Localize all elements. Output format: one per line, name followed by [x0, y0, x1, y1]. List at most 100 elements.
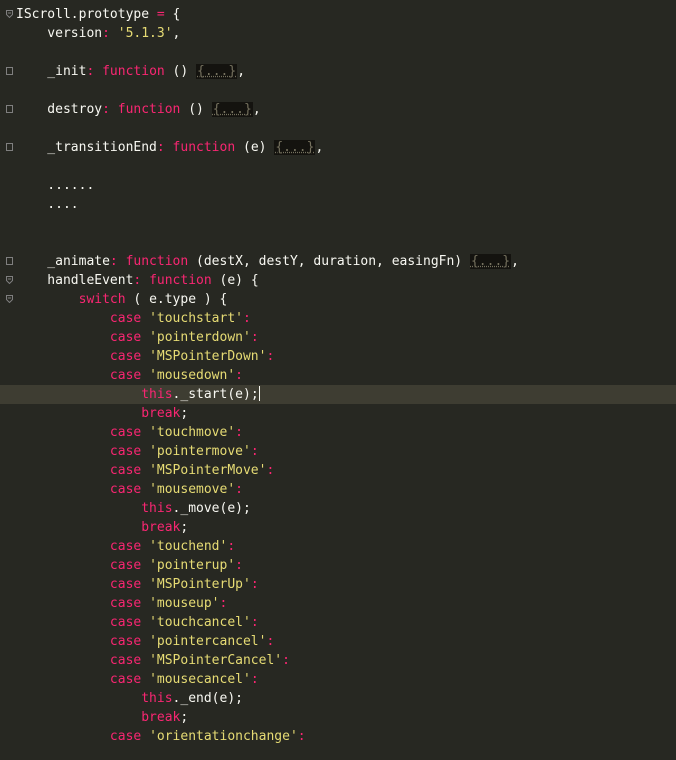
code-editor[interactable]: IScroll.prototype = { version: '5.1.3', … [0, 0, 676, 760]
code-line[interactable]: case 'mousedown': [0, 366, 676, 385]
code-line[interactable]: IScroll.prototype = { [0, 5, 676, 24]
keyword-token: function [102, 64, 165, 79]
code-line[interactable]: case 'mousecancel': [0, 670, 676, 689]
string-token: 'MSPointerUp' [149, 577, 251, 592]
keyword-token: function [117, 102, 181, 117]
fold-closed-icon[interactable] [6, 143, 13, 151]
code-line[interactable]: break; [0, 518, 676, 537]
code-text: case 'touchend': [16, 537, 235, 556]
keyword-token: case [109, 444, 142, 459]
code-line[interactable]: this._move(e); [0, 499, 676, 518]
code-token: destroy [16, 102, 103, 117]
code-line[interactable]: _init: function () {...}, [0, 62, 676, 81]
code-text: case 'touchcancel': [16, 613, 259, 632]
keyword-token: case [109, 311, 142, 326]
code-line-active[interactable]: this._start(e); [0, 385, 676, 404]
code-line[interactable] [0, 233, 676, 252]
code-text: .... [16, 195, 79, 214]
code-text: IScroll.prototype = { [16, 5, 180, 24]
code-line[interactable]: case 'touchstart': [0, 309, 676, 328]
keyword-token: case [109, 368, 142, 383]
keyword-token: break [141, 406, 181, 421]
fold-open-icon[interactable] [6, 276, 13, 284]
code-text: case 'MSPointerCancel': [16, 651, 290, 670]
code-line[interactable]: .... [0, 195, 676, 214]
code-line[interactable]: destroy: function () {...}, [0, 100, 676, 119]
code-line[interactable]: case 'touchcancel': [0, 613, 676, 632]
code-line[interactable] [0, 81, 676, 100]
keyword-token: case [109, 653, 142, 668]
folded-code-placeholder[interactable]: {...} [274, 140, 316, 155]
folded-code-placeholder[interactable]: {...} [196, 64, 238, 79]
code-line[interactable]: switch ( e.type ) { [0, 290, 676, 309]
keyword-token: : [250, 330, 259, 345]
code-line[interactable]: case 'pointerup': [0, 556, 676, 575]
fold-closed-icon[interactable] [6, 257, 13, 265]
code-line[interactable]: case 'mouseup': [0, 594, 676, 613]
fold-closed-icon[interactable] [6, 67, 13, 75]
code-line[interactable] [0, 43, 676, 62]
code-line[interactable]: _transitionEnd: function (e) {...}, [0, 138, 676, 157]
code-text: break; [16, 708, 188, 727]
code-line[interactable] [0, 214, 676, 233]
code-line[interactable]: case 'pointercancel': [0, 632, 676, 651]
fold-open-icon[interactable] [6, 295, 13, 303]
code-text: case 'touchstart': [16, 309, 251, 328]
keyword-token: : [250, 672, 259, 687]
keyword-token: this [141, 501, 173, 516]
code-line[interactable]: break; [0, 404, 676, 423]
code-line[interactable]: case 'pointermove': [0, 442, 676, 461]
code-text: case 'pointercancel': [16, 632, 274, 651]
code-line[interactable]: this._end(e); [0, 689, 676, 708]
code-token: _transitionEnd [16, 140, 157, 155]
code-line[interactable]: ...... [0, 176, 676, 195]
code-line[interactable]: case 'MSPointerMove': [0, 461, 676, 480]
code-line[interactable]: case 'touchend': [0, 537, 676, 556]
code-text: case 'MSPointerMove': [16, 461, 274, 480]
folded-code-placeholder[interactable]: {...} [211, 102, 253, 117]
code-line[interactable]: case 'pointerdown': [0, 328, 676, 347]
code-token: handleEvent [16, 273, 134, 288]
code-text: handleEvent: function (e) { [16, 271, 258, 290]
code-text: case 'orientationchange': [16, 727, 306, 746]
code-line[interactable]: _animate: function (destX, destY, durati… [0, 252, 676, 271]
keyword-token: : [227, 539, 236, 554]
code-line[interactable]: handleEvent: function (e) { [0, 271, 676, 290]
string-token: 'pointerdown' [149, 330, 251, 345]
code-line[interactable]: case 'orientationchange': [0, 727, 676, 746]
code-line[interactable]: case 'MSPointerDown': [0, 347, 676, 366]
code-text: version: '5.1.3', [16, 24, 180, 43]
keyword-token: : [156, 140, 165, 155]
code-text: case 'pointerup': [16, 556, 243, 575]
code-line[interactable]: case 'MSPointerUp': [0, 575, 676, 594]
string-token: 'mousecancel' [149, 672, 251, 687]
fold-closed-icon[interactable] [6, 105, 13, 113]
code-line[interactable]: version: '5.1.3', [0, 24, 676, 43]
code-line[interactable]: break; [0, 708, 676, 727]
keyword-token: case [109, 539, 142, 554]
code-line[interactable] [0, 119, 676, 138]
code-text: _init: function () {...}, [16, 62, 245, 81]
code-token: version [16, 26, 103, 41]
code-line[interactable] [0, 157, 676, 176]
code-line[interactable]: case 'touchmove': [0, 423, 676, 442]
code-line[interactable]: case 'MSPointerCancel': [0, 651, 676, 670]
code-line[interactable]: case 'mousemove': [0, 480, 676, 499]
folded-code-placeholder[interactable]: {...} [469, 254, 512, 269]
keyword-token: case [109, 463, 142, 478]
code-token: .... [16, 197, 79, 212]
fold-open-icon[interactable] [6, 10, 13, 18]
code-text: _animate: function (destX, destY, durati… [16, 252, 519, 271]
string-token: 'touchstart' [149, 311, 243, 326]
keyword-token: function [149, 273, 212, 288]
